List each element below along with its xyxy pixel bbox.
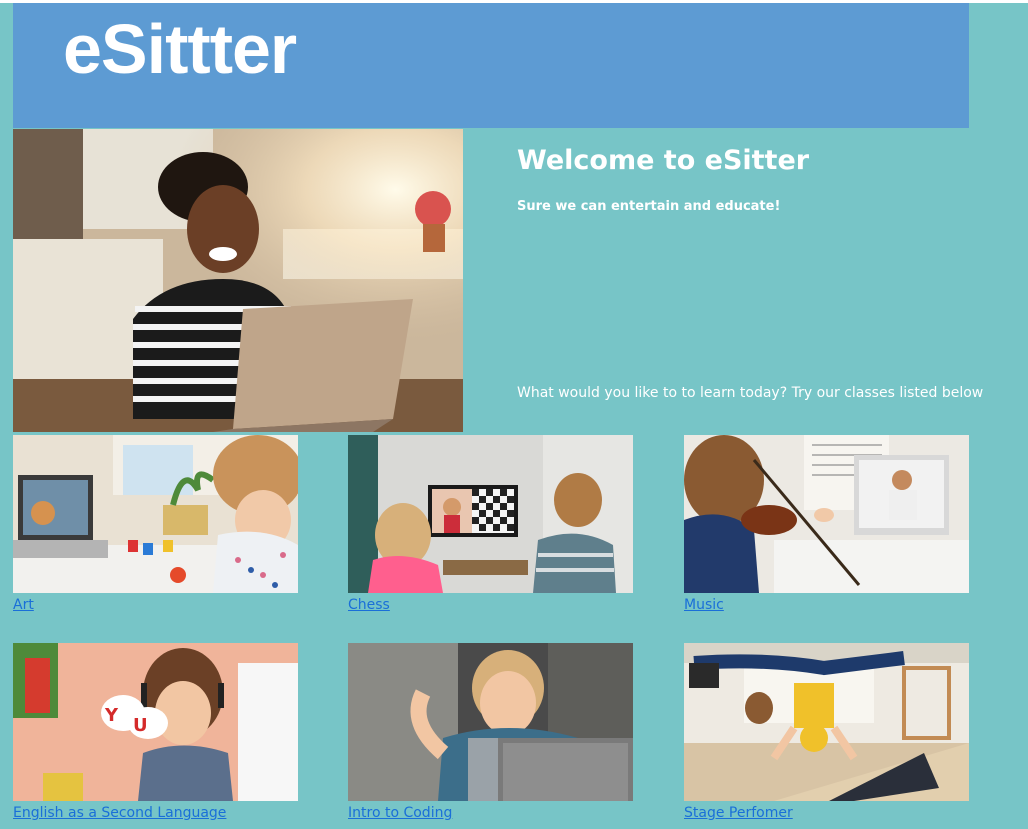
class-card-coding: Intro to Coding <box>348 643 633 822</box>
class-card-music: Music <box>684 435 969 614</box>
svg-text:U: U <box>133 715 148 736</box>
esl-class-image[interactable]: Y U <box>13 643 298 801</box>
class-card-stage: Stage Perfomer <box>684 643 969 822</box>
class-link-coding[interactable]: Intro to Coding <box>348 804 633 822</box>
class-card-art: Art <box>13 435 298 614</box>
class-link-art[interactable]: Art <box>13 596 298 614</box>
class-prompt: What would you like to to learn today? T… <box>517 385 984 401</box>
class-link-esl[interactable]: English as a Second Language <box>13 804 298 822</box>
class-link-stage[interactable]: Stage Perfomer <box>684 804 969 822</box>
music-class-image[interactable] <box>684 435 969 593</box>
welcome-subtitle: Sure we can entertain and educate! <box>517 199 781 214</box>
chess-class-image[interactable] <box>348 435 633 593</box>
welcome-title: Welcome to eSitter <box>517 145 810 176</box>
class-card-chess: Chess <box>348 435 633 614</box>
coding-class-image[interactable] <box>348 643 633 801</box>
svg-text:Y: Y <box>104 705 119 726</box>
class-link-music[interactable]: Music <box>684 596 969 614</box>
site-logo[interactable]: eSittter <box>63 9 297 89</box>
stage-class-image[interactable] <box>684 643 969 801</box>
page: eSittter Welcome to eSitter Sure we can … <box>0 3 1028 829</box>
class-card-esl: Y U English as a Second Language <box>13 643 298 822</box>
art-class-image[interactable] <box>13 435 298 593</box>
class-link-chess[interactable]: Chess <box>348 596 633 614</box>
header-banner: eSittter <box>13 3 969 128</box>
hero-image <box>13 129 463 432</box>
